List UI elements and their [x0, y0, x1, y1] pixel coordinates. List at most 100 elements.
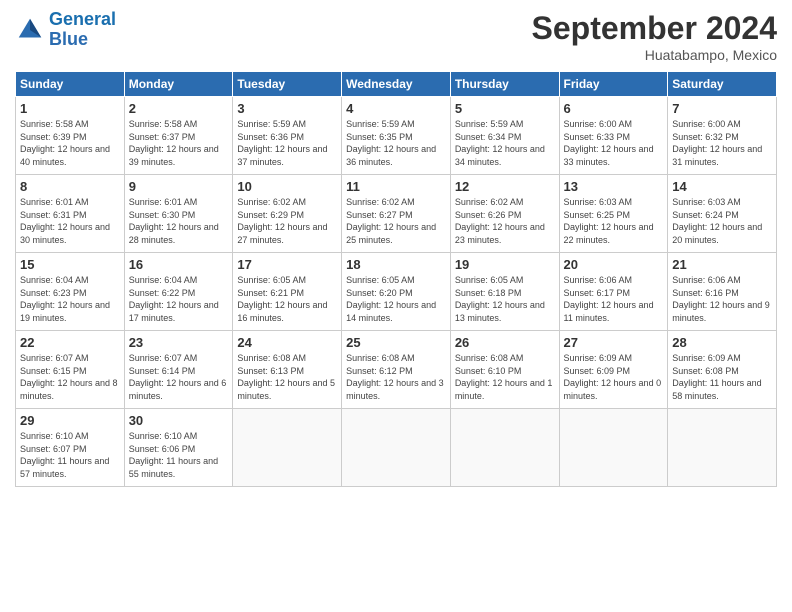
day-cell: 20 Sunrise: 6:06 AMSunset: 6:17 PMDayligh… — [559, 253, 668, 331]
col-saturday: Saturday — [668, 72, 777, 97]
page-container: General Blue September 2024 Huatabampo, … — [0, 0, 792, 497]
day-number: 20 — [564, 257, 664, 272]
day-number: 25 — [346, 335, 446, 350]
day-number: 7 — [672, 101, 772, 116]
day-detail: Sunrise: 6:08 AMSunset: 6:13 PMDaylight:… — [237, 352, 337, 402]
day-cell: 9 Sunrise: 6:01 AMSunset: 6:30 PMDaylight… — [124, 175, 233, 253]
col-sunday: Sunday — [16, 72, 125, 97]
title-block: September 2024 Huatabampo, Mexico — [532, 10, 777, 63]
day-number: 3 — [237, 101, 337, 116]
day-cell: 30Sunrise: 6:10 AMSunset: 6:06 PMDayligh… — [124, 409, 233, 487]
day-detail: Sunrise: 6:06 AMSunset: 6:16 PMDaylight:… — [672, 274, 772, 324]
day-number: 1 — [20, 101, 120, 116]
day-number: 10 — [237, 179, 337, 194]
logo-icon — [15, 15, 45, 45]
day-detail: Sunrise: 6:00 AMSunset: 6:32 PMDaylight:… — [672, 118, 772, 168]
day-cell: 15 Sunrise: 6:04 AMSunset: 6:23 PMDayligh… — [16, 253, 125, 331]
calendar-body: 1 Sunrise: 5:58 AMSunset: 6:39 PMDaylight… — [16, 97, 777, 487]
location: Huatabampo, Mexico — [532, 47, 777, 63]
day-number: 9 — [129, 179, 229, 194]
day-cell: 16Sunrise: 6:04 AMSunset: 6:22 PMDayligh… — [124, 253, 233, 331]
calendar-week: 15 Sunrise: 6:04 AMSunset: 6:23 PMDayligh… — [16, 253, 777, 331]
day-cell: 4Sunrise: 5:59 AMSunset: 6:35 PMDaylight… — [342, 97, 451, 175]
day-number: 27 — [564, 335, 664, 350]
day-number: 6 — [564, 101, 664, 116]
calendar-week: 29 Sunrise: 6:10 AMSunset: 6:07 PMDayligh… — [16, 409, 777, 487]
day-detail: Sunrise: 6:06 AMSunset: 6:17 PMDaylight:… — [564, 274, 664, 324]
calendar-week: 22 Sunrise: 6:07 AMSunset: 6:15 PMDayligh… — [16, 331, 777, 409]
day-cell: 14 Sunrise: 6:03 AMSunset: 6:24 PMDayligh… — [668, 175, 777, 253]
calendar-week: 8Sunrise: 6:01 AMSunset: 6:31 PMDaylight… — [16, 175, 777, 253]
day-detail: Sunrise: 5:58 AMSunset: 6:39 PMDaylight:… — [20, 118, 120, 168]
logo: General Blue — [15, 10, 116, 50]
day-detail: Sunrise: 6:00 AMSunset: 6:33 PMDaylight:… — [564, 118, 664, 168]
day-number: 12 — [455, 179, 555, 194]
day-number: 18 — [346, 257, 446, 272]
day-cell: 2Sunrise: 5:58 AMSunset: 6:37 PMDaylight… — [124, 97, 233, 175]
day-detail: Sunrise: 6:07 AMSunset: 6:14 PMDaylight:… — [129, 352, 229, 402]
day-cell: 5 Sunrise: 5:59 AMSunset: 6:34 PMDaylight… — [450, 97, 559, 175]
day-cell: 3 Sunrise: 5:59 AMSunset: 6:36 PMDaylight… — [233, 97, 342, 175]
col-wednesday: Wednesday — [342, 72, 451, 97]
day-number: 15 — [20, 257, 120, 272]
day-detail: Sunrise: 6:05 AMSunset: 6:20 PMDaylight:… — [346, 274, 446, 324]
day-detail: Sunrise: 6:02 AMSunset: 6:29 PMDaylight:… — [237, 196, 337, 246]
day-number: 19 — [455, 257, 555, 272]
day-number: 14 — [672, 179, 772, 194]
day-number: 17 — [237, 257, 337, 272]
day-number: 28 — [672, 335, 772, 350]
day-cell: 28 Sunrise: 6:09 AMSunset: 6:08 PMDayligh… — [668, 331, 777, 409]
day-number: 29 — [20, 413, 120, 428]
day-detail: Sunrise: 6:01 AMSunset: 6:30 PMDaylight:… — [129, 196, 229, 246]
day-cell: 18 Sunrise: 6:05 AMSunset: 6:20 PMDayligh… — [342, 253, 451, 331]
col-tuesday: Tuesday — [233, 72, 342, 97]
day-number: 22 — [20, 335, 120, 350]
day-detail: Sunrise: 6:08 AMSunset: 6:10 PMDaylight:… — [455, 352, 555, 402]
day-cell: 11Sunrise: 6:02 AMSunset: 6:27 PMDayligh… — [342, 175, 451, 253]
logo-text: General Blue — [49, 10, 116, 50]
day-detail: Sunrise: 6:10 AMSunset: 6:07 PMDaylight:… — [20, 430, 120, 480]
day-detail: Sunrise: 6:08 AMSunset: 6:12 PMDaylight:… — [346, 352, 446, 402]
calendar: Sunday Monday Tuesday Wednesday Thursday… — [15, 71, 777, 487]
day-detail: Sunrise: 6:02 AMSunset: 6:26 PMDaylight:… — [455, 196, 555, 246]
day-number: 5 — [455, 101, 555, 116]
day-detail: Sunrise: 6:04 AMSunset: 6:23 PMDaylight:… — [20, 274, 120, 324]
day-number: 16 — [129, 257, 229, 272]
day-detail: Sunrise: 6:03 AMSunset: 6:25 PMDaylight:… — [564, 196, 664, 246]
month-title: September 2024 — [532, 10, 777, 47]
day-number: 30 — [129, 413, 229, 428]
day-number: 26 — [455, 335, 555, 350]
day-cell: 13 Sunrise: 6:03 AMSunset: 6:25 PMDayligh… — [559, 175, 668, 253]
day-cell: 23 Sunrise: 6:07 AMSunset: 6:14 PMDayligh… — [124, 331, 233, 409]
logo-line1: General — [49, 9, 116, 29]
day-cell: 6 Sunrise: 6:00 AMSunset: 6:33 PMDaylight… — [559, 97, 668, 175]
calendar-header: Sunday Monday Tuesday Wednesday Thursday… — [16, 72, 777, 97]
day-number: 13 — [564, 179, 664, 194]
empty-cell — [233, 409, 342, 487]
header-row: Sunday Monday Tuesday Wednesday Thursday… — [16, 72, 777, 97]
col-thursday: Thursday — [450, 72, 559, 97]
header: General Blue September 2024 Huatabampo, … — [15, 10, 777, 63]
day-number: 23 — [129, 335, 229, 350]
day-detail: Sunrise: 6:07 AMSunset: 6:15 PMDaylight:… — [20, 352, 120, 402]
empty-cell — [342, 409, 451, 487]
day-number: 24 — [237, 335, 337, 350]
day-detail: Sunrise: 6:05 AMSunset: 6:21 PMDaylight:… — [237, 274, 337, 324]
day-detail: Sunrise: 6:09 AMSunset: 6:08 PMDaylight:… — [672, 352, 772, 402]
day-cell: 12 Sunrise: 6:02 AMSunset: 6:26 PMDayligh… — [450, 175, 559, 253]
day-detail: Sunrise: 6:03 AMSunset: 6:24 PMDaylight:… — [672, 196, 772, 246]
day-cell: 22 Sunrise: 6:07 AMSunset: 6:15 PMDayligh… — [16, 331, 125, 409]
day-detail: Sunrise: 6:01 AMSunset: 6:31 PMDaylight:… — [20, 196, 120, 246]
day-cell: 10 Sunrise: 6:02 AMSunset: 6:29 PMDayligh… — [233, 175, 342, 253]
day-number: 11 — [346, 179, 446, 194]
empty-cell — [668, 409, 777, 487]
col-friday: Friday — [559, 72, 668, 97]
day-number: 21 — [672, 257, 772, 272]
day-cell: 21 Sunrise: 6:06 AMSunset: 6:16 PMDayligh… — [668, 253, 777, 331]
day-detail: Sunrise: 5:59 AMSunset: 6:36 PMDaylight:… — [237, 118, 337, 168]
day-number: 4 — [346, 101, 446, 116]
day-cell: 29 Sunrise: 6:10 AMSunset: 6:07 PMDayligh… — [16, 409, 125, 487]
day-detail: Sunrise: 5:59 AMSunset: 6:34 PMDaylight:… — [455, 118, 555, 168]
logo-line2: Blue — [49, 29, 88, 49]
day-cell: 8Sunrise: 6:01 AMSunset: 6:31 PMDaylight… — [16, 175, 125, 253]
